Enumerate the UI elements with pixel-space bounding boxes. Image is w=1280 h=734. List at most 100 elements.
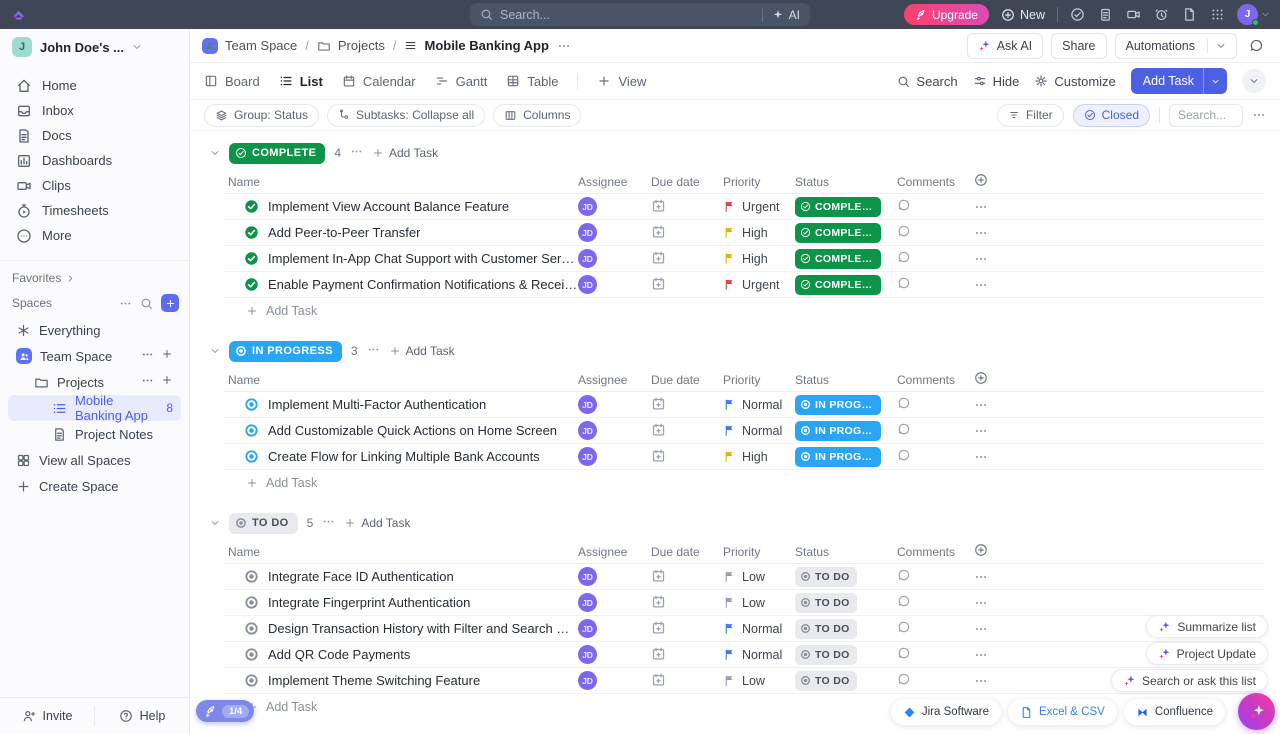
sidebar-item-timesheets[interactable]: Timesheets xyxy=(8,198,181,223)
column-header-due-date[interactable]: Due date xyxy=(651,175,723,189)
status-pill[interactable]: COMPLETE xyxy=(795,249,881,269)
priority-cell[interactable]: High xyxy=(723,226,795,240)
comments-cell[interactable] xyxy=(897,448,974,465)
comments-cell[interactable] xyxy=(897,672,974,689)
group-by-chip[interactable]: Group: Status xyxy=(204,104,319,127)
breadcrumb-team-space[interactable]: Team Space xyxy=(202,38,297,54)
column-header-assignee[interactable]: Assignee xyxy=(578,373,651,387)
column-header-priority[interactable]: Priority xyxy=(723,175,795,189)
group-add-task-row[interactable]: Add Task xyxy=(224,298,1264,324)
priority-cell[interactable]: Urgent xyxy=(723,278,795,292)
collapse-group-button[interactable] xyxy=(210,344,220,359)
task-more-button[interactable] xyxy=(974,398,1264,412)
status-pill[interactable]: IN PROGRESS xyxy=(795,447,881,467)
hide-button[interactable]: Hide xyxy=(973,74,1020,89)
apps-button[interactable] xyxy=(1210,7,1225,22)
group-add-task-button[interactable]: Add Task xyxy=(372,146,438,160)
tab-view[interactable]: View xyxy=(597,74,646,89)
sidebar-item-view-all-spaces[interactable]: View all Spaces xyxy=(8,447,181,473)
toolbar-more-button[interactable] xyxy=(1252,108,1266,122)
priority-cell[interactable]: Normal xyxy=(723,648,795,662)
clickup-logo-icon[interactable] xyxy=(10,6,27,23)
assignee-avatar[interactable]: JD xyxy=(578,671,597,690)
new-button[interactable]: New xyxy=(1001,8,1045,22)
priority-cell[interactable]: Low xyxy=(723,596,795,610)
assignee-avatar[interactable]: JD xyxy=(578,447,597,466)
add-space-button[interactable] xyxy=(161,294,179,312)
comments-cell[interactable] xyxy=(897,276,974,293)
column-header-name[interactable]: Name xyxy=(224,545,578,559)
task-name[interactable]: Add Peer-to-Peer Transfer xyxy=(268,225,420,240)
assignee-avatar[interactable]: JD xyxy=(578,645,597,664)
breadcrumb-more-button[interactable] xyxy=(557,39,571,53)
sidebar-item-project-notes[interactable]: Project Notes xyxy=(8,421,181,447)
status-pill[interactable]: TO DO xyxy=(795,671,857,691)
task-name[interactable]: Integrate Fingerprint Authentication xyxy=(268,595,470,610)
comments-cell[interactable] xyxy=(897,198,974,215)
clips-button[interactable] xyxy=(1126,7,1141,22)
row-add-button[interactable] xyxy=(161,348,173,364)
spaces-more-button[interactable] xyxy=(119,297,132,310)
column-header-status[interactable]: Status xyxy=(795,545,897,559)
comments-cell[interactable] xyxy=(897,396,974,413)
task-name[interactable]: Implement Multi-Factor Authentication xyxy=(268,397,486,412)
ai-summarize-list-button[interactable]: Summarize list xyxy=(1146,615,1268,638)
status-pill[interactable]: COMPLETE xyxy=(795,197,881,217)
global-search-input[interactable]: Search... AI xyxy=(470,3,810,26)
add-column-button[interactable] xyxy=(974,546,988,560)
ai-search-or-ask-this-list-button[interactable]: Search or ask this list xyxy=(1111,669,1268,692)
assignee-avatar[interactable]: JD xyxy=(578,619,597,638)
task-more-button[interactable] xyxy=(974,450,1264,464)
user-menu-button[interactable]: J xyxy=(1237,4,1270,25)
column-header-name[interactable]: Name xyxy=(224,175,578,189)
notepad-button[interactable] xyxy=(1098,7,1113,22)
due-date-cell[interactable] xyxy=(651,620,723,638)
task-name[interactable]: Implement Theme Switching Feature xyxy=(268,673,480,688)
due-date-cell[interactable] xyxy=(651,276,723,294)
upgrade-button[interactable]: Upgrade xyxy=(904,4,989,25)
jira-software-button[interactable]: Jira Software xyxy=(891,699,1001,725)
task-more-button[interactable] xyxy=(974,278,1264,292)
assignee-avatar[interactable]: JD xyxy=(578,197,597,216)
sidebar-item-everything[interactable]: Everything xyxy=(8,317,181,343)
tab-gantt[interactable]: Gantt xyxy=(435,74,488,89)
sidebar-item-clips[interactable]: Clips xyxy=(8,173,181,198)
tab-board[interactable]: Board xyxy=(204,74,260,89)
view-search-button[interactable]: Search xyxy=(897,74,957,89)
tasks-button[interactable] xyxy=(1070,7,1085,22)
add-task-button[interactable]: Add Task xyxy=(1131,68,1227,94)
ai-project-update-button[interactable]: Project Update xyxy=(1146,642,1268,665)
task-name[interactable]: Enable Payment Confirmation Notification… xyxy=(268,277,578,292)
sidebar-item-inbox[interactable]: Inbox xyxy=(8,98,181,123)
due-date-cell[interactable] xyxy=(651,198,723,216)
reminders-button[interactable] xyxy=(1154,7,1169,22)
priority-cell[interactable]: Low xyxy=(723,570,795,584)
column-header-name[interactable]: Name xyxy=(224,373,578,387)
confluence-button[interactable]: Confluence xyxy=(1124,699,1225,725)
sidebar-item-team-space[interactable]: Team Space xyxy=(8,343,181,369)
onboarding-progress-button[interactable]: 1/4 xyxy=(196,700,254,722)
add-task-dropdown[interactable] xyxy=(1203,68,1227,94)
column-header-due-date[interactable]: Due date xyxy=(651,373,723,387)
sidebar-item-home[interactable]: Home xyxy=(8,73,181,98)
group-more-button[interactable] xyxy=(350,145,363,161)
column-header-status[interactable]: Status xyxy=(795,373,897,387)
assignee-avatar[interactable]: JD xyxy=(578,249,597,268)
priority-cell[interactable]: Low xyxy=(723,674,795,688)
due-date-cell[interactable] xyxy=(651,422,723,440)
column-header-priority[interactable]: Priority xyxy=(723,373,795,387)
add-column-button[interactable] xyxy=(974,176,988,190)
due-date-cell[interactable] xyxy=(651,224,723,242)
group-add-task-button[interactable]: Add Task xyxy=(389,344,455,358)
workspace-switcher[interactable]: J John Doe's ... xyxy=(0,29,189,65)
assignee-avatar[interactable]: JD xyxy=(578,223,597,242)
status-pill[interactable]: COMPLETE xyxy=(795,275,881,295)
task-name[interactable]: Add QR Code Payments xyxy=(268,647,410,662)
filter-chip[interactable]: Filter xyxy=(997,104,1064,127)
row-more-button[interactable] xyxy=(141,374,154,390)
sidebar-item-more[interactable]: More xyxy=(8,223,181,248)
task-name[interactable]: Add Customizable Quick Actions on Home S… xyxy=(268,423,557,438)
customize-button[interactable]: Customize xyxy=(1034,74,1115,89)
group-status-pill[interactable]: IN PROGRESS xyxy=(229,341,342,362)
assignee-avatar[interactable]: JD xyxy=(578,275,597,294)
